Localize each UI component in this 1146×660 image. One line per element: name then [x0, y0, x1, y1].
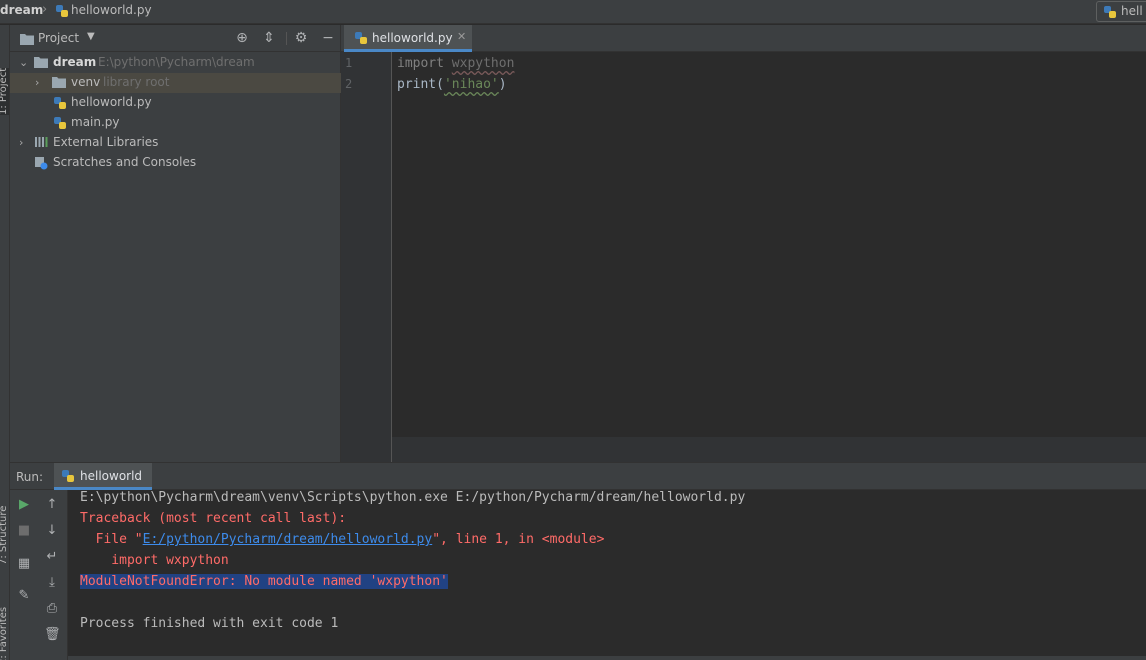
run-header: Run: helloworld — [10, 463, 1146, 490]
breadcrumb-separator-icon: › — [42, 2, 48, 17]
tree-item-venv[interactable]: › venv library root — [10, 73, 341, 93]
import-keyword: import — [397, 56, 444, 71]
console-file-line: File "E:/python/Pycharm/dream/helloworld… — [80, 532, 605, 547]
chevron-right-icon[interactable]: › — [19, 136, 23, 149]
run-configuration-label: hell — [1121, 4, 1143, 18]
console-exit-line: Process finished with exit code 1 — [80, 616, 339, 631]
console-import-line: import wxpython — [80, 553, 229, 568]
breadcrumb-project[interactable]: dream — [0, 3, 43, 17]
run-configuration-selector[interactable]: hell — [1096, 1, 1146, 22]
navigation-bar: dream › helloworld.py hell — [0, 0, 1146, 24]
project-tool-window: Project ▼ ⊕ ⇕ ⚙ − ⌄ dream E:\python\Pych… — [10, 25, 341, 462]
editor-lower-area — [392, 437, 1146, 462]
tree-item-label: main.py — [71, 115, 120, 129]
python-file-icon — [61, 469, 75, 486]
tree-item-label: Scratches and Consoles — [53, 155, 197, 169]
folder-icon — [52, 76, 66, 91]
left-tool-stripe: 1: Project 7: Structure 2: Favorites — [0, 25, 10, 660]
tree-item-path: E:\python\Pycharm\dream — [98, 55, 255, 69]
console-command-line: E:\python\Pycharm\dream\venv\Scripts\pyt… — [80, 490, 746, 505]
run-title: Run: — [16, 470, 44, 484]
python-file-icon — [53, 116, 67, 133]
tool-tab-project[interactable]: 1: Project — [0, 67, 9, 115]
tree-item-label: dream — [53, 55, 97, 69]
python-file-icon — [354, 31, 368, 48]
python-file-icon — [1103, 5, 1117, 22]
console-traceback-line: Traceback (most recent call last): — [80, 511, 347, 526]
soft-wrap-icon[interactable]: ↵ — [44, 549, 60, 565]
library-icon — [34, 136, 48, 151]
run-toolbar: ▶ ↑ ■ ↓ ▦ ↵ ⤓ ✎ ⎙ 🗑 — [10, 490, 68, 660]
folder-icon — [34, 56, 48, 71]
tree-item-external-libraries[interactable]: › External Libraries — [10, 133, 341, 153]
editor-tab-bar: helloworld.py ✕ — [341, 25, 1146, 52]
console-file-prefix: File " — [80, 532, 143, 547]
console-file-link[interactable]: E:/python/Pycharm/dream/helloworld.py — [143, 532, 433, 547]
python-file-icon — [53, 96, 67, 113]
line-number-gutter: 1 2 — [341, 52, 392, 462]
rerun-icon[interactable]: ▶ — [16, 497, 32, 513]
string-literal: 'nihao' — [443, 77, 499, 92]
run-tab-label: helloworld — [80, 469, 143, 483]
stop-icon[interactable]: ■ — [16, 523, 32, 539]
chevron-down-icon[interactable]: ⌄ — [19, 56, 28, 69]
tool-tab-structure[interactable]: 7: Structure — [0, 506, 9, 565]
close-icon[interactable]: ✕ — [457, 30, 466, 43]
console-file-suffix: ", line 1, in <module> — [432, 532, 605, 547]
tree-item-label: venv — [71, 75, 101, 89]
editor-tab-helloworld[interactable]: helloworld.py ✕ — [344, 25, 472, 52]
code-editor: helloworld.py ✕ 1 2 import wxpython prin… — [341, 25, 1146, 462]
arrow-up-icon[interactable]: ↑ — [44, 497, 60, 513]
chevron-down-icon[interactable]: ▼ — [87, 31, 95, 42]
close-paren: ) — [498, 77, 507, 92]
scroll-to-end-icon[interactable]: ⤓ — [44, 575, 60, 591]
tree-item-hint: library root — [103, 75, 170, 89]
code-line-2[interactable]: print('nihao') — [397, 77, 507, 92]
trash-icon[interactable]: 🗑 — [44, 627, 61, 643]
print-icon[interactable]: ⎙ — [44, 601, 60, 617]
editor-tab-label: helloworld.py — [372, 31, 453, 45]
code-line-1[interactable]: import wxpython — [397, 56, 514, 71]
print-call: print — [397, 77, 437, 92]
folder-icon — [20, 33, 34, 48]
console-error-line: ModuleNotFoundError: No module named 'wx… — [80, 574, 448, 589]
tree-item-dream[interactable]: ⌄ dream E:\python\Pycharm\dream — [10, 53, 341, 73]
open-paren: ( — [436, 77, 444, 92]
arrow-down-icon[interactable]: ↓ — [44, 523, 60, 539]
chevron-right-icon[interactable]: › — [35, 76, 39, 89]
minimize-icon[interactable]: − — [320, 30, 336, 46]
unresolved-module: wxpython — [451, 56, 515, 71]
pin-icon[interactable]: ✎ — [16, 588, 32, 604]
run-tool-window: Run: helloworld ▶ ↑ ■ ↓ ▦ ↵ ⤓ ✎ ⎙ 🗑 E:\p… — [10, 462, 1146, 660]
collapse-all-icon[interactable]: ⇕ — [261, 30, 277, 46]
python-file-icon — [55, 4, 69, 21]
run-console[interactable]: E:\python\Pycharm\dream\venv\Scripts\pyt… — [68, 490, 1146, 660]
scratches-icon — [34, 156, 48, 173]
tree-item-label: External Libraries — [53, 135, 159, 149]
breadcrumb-file[interactable]: helloworld.py — [71, 3, 152, 17]
project-header: Project ▼ ⊕ ⇕ ⚙ − — [10, 25, 341, 52]
tree-item-scratches[interactable]: Scratches and Consoles — [10, 153, 341, 173]
line-number: 2 — [345, 77, 353, 91]
tool-tab-favorites[interactable]: 2: Favorites — [0, 607, 9, 660]
tree-item-helloworld[interactable]: helloworld.py — [10, 93, 341, 113]
gear-icon[interactable]: ⚙ — [293, 30, 309, 46]
tree-item-main[interactable]: main.py — [10, 113, 341, 133]
line-number: 1 — [345, 56, 353, 70]
layout-icon[interactable]: ▦ — [16, 556, 32, 572]
run-tab-helloworld[interactable]: helloworld — [54, 463, 152, 490]
locate-icon[interactable]: ⊕ — [234, 30, 250, 46]
tree-item-label: helloworld.py — [71, 95, 152, 109]
project-view-title[interactable]: Project — [38, 31, 79, 45]
divider — [286, 32, 287, 45]
horizontal-scrollbar[interactable] — [68, 656, 1146, 660]
